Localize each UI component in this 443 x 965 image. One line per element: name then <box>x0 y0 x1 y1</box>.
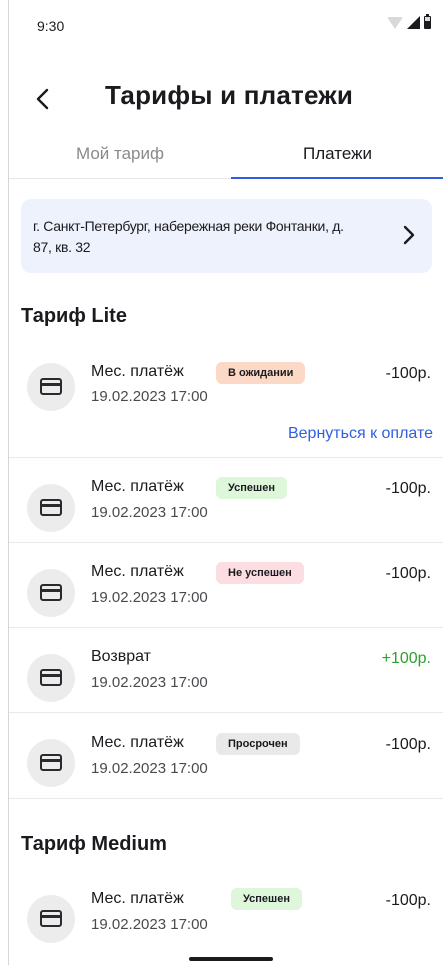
status-bar: 9:30 <box>9 0 443 40</box>
active-tab-indicator <box>231 177 443 179</box>
back-button[interactable] <box>29 78 61 118</box>
status-badge: Успешен <box>216 477 287 499</box>
payment-row[interactable]: Мес. платёж В ожидании 19.02.2023 17:00 … <box>9 342 443 458</box>
refund-row[interactable]: Возврат 19.02.2023 17:00 +100р. <box>9 628 443 713</box>
payment-date: 19.02.2023 17:00 <box>91 388 208 405</box>
payment-date: 19.02.2023 17:00 <box>91 916 208 933</box>
payment-date: 19.02.2023 17:00 <box>91 589 208 606</box>
divider <box>9 798 443 799</box>
payment-amount: -100р. <box>385 365 431 382</box>
credit-card-icon <box>40 754 62 771</box>
section-title-medium: Тариф Medium <box>21 833 167 855</box>
payment-amount: -100р. <box>385 736 431 753</box>
payment-icon-circle <box>27 739 75 787</box>
payment-row[interactable]: Мес. платёж Не успешен 19.02.2023 17:00 … <box>9 543 443 628</box>
credit-card-icon <box>40 378 62 395</box>
address-card[interactable]: г. Санкт-Петербург, набережная реки Фонт… <box>21 199 432 273</box>
tab-payments[interactable]: Платежи <box>231 132 443 178</box>
credit-card-icon <box>40 499 62 516</box>
payment-label: Мес. платёж <box>91 734 184 751</box>
page-title: Тарифы и платежи <box>105 80 354 110</box>
status-icons <box>387 14 431 29</box>
payment-date: 19.02.2023 17:00 <box>91 674 208 691</box>
return-to-payment-link[interactable]: Вернуться к оплате <box>288 425 433 443</box>
status-badge: Не успешен <box>216 562 304 584</box>
payment-label: Мес. платёж <box>91 478 184 495</box>
credit-card-icon <box>40 584 62 601</box>
payment-amount: -100р. <box>385 892 431 909</box>
status-time: 9:30 <box>37 18 65 34</box>
status-badge: Просрочен <box>216 733 300 755</box>
payment-amount: +100р. <box>381 650 431 667</box>
home-indicator[interactable] <box>189 957 273 961</box>
signal-icon <box>407 16 420 29</box>
payment-amount: -100р. <box>385 480 431 497</box>
payment-date: 19.02.2023 17:00 <box>91 760 208 777</box>
tab-bar: Мой тариф Платежи <box>9 132 443 179</box>
payment-amount: -100р. <box>385 565 431 582</box>
payment-icon-circle <box>27 569 75 617</box>
payment-label: Мес. платёж <box>91 363 184 380</box>
address-text: г. Санкт-Петербург, набережная реки Фонт… <box>33 218 344 255</box>
payment-date: 19.02.2023 17:00 <box>91 504 208 521</box>
payment-row[interactable]: Мес. платёж Успешен 19.02.2023 17:00 -10… <box>9 458 443 543</box>
credit-card-icon <box>40 669 62 686</box>
section-title-lite: Тариф Lite <box>21 305 127 327</box>
payment-label: Мес. платёж <box>91 890 184 907</box>
payment-icon-circle <box>27 363 75 411</box>
payment-label: Мес. платёж <box>91 563 184 580</box>
payment-row[interactable]: Мес. платёж Просрочен 19.02.2023 17:00 -… <box>9 713 443 799</box>
credit-card-icon <box>40 910 62 927</box>
wifi-icon <box>387 17 403 29</box>
payment-icon-circle <box>27 484 75 532</box>
payment-icon-circle <box>27 895 75 943</box>
top-app-bar: Тарифы и платежи <box>9 70 443 126</box>
chevron-right-icon <box>403 225 415 245</box>
payment-label: Возврат <box>91 648 151 665</box>
status-badge: В ожидании <box>216 362 306 384</box>
payment-row[interactable]: Мес. платёж Успешен 19.02.2023 17:00 -10… <box>9 870 443 958</box>
battery-icon <box>424 14 431 29</box>
payment-icon-circle <box>27 654 75 702</box>
app-screen: 9:30 Тарифы и платежи Мой тариф Платежи … <box>8 0 443 965</box>
tab-my-tariff[interactable]: Мой тариф <box>9 132 231 178</box>
arrow-left-icon <box>36 88 49 110</box>
status-badge: Успешен <box>231 888 302 910</box>
